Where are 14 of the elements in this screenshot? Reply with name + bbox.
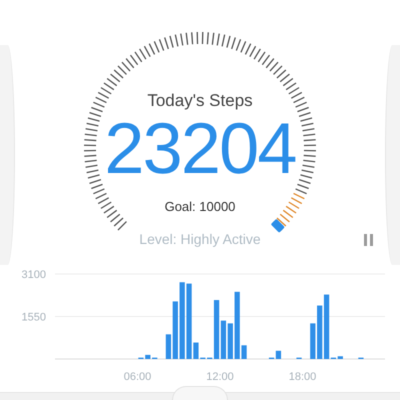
pause-icon[interactable] xyxy=(364,234,374,246)
x-axis-label: 18:00 xyxy=(288,371,316,383)
step-count: 23204 xyxy=(104,113,296,186)
gauge-title: Today's Steps xyxy=(147,90,253,112)
x-axis-label: 12:00 xyxy=(206,371,234,383)
chart-bar xyxy=(310,323,316,359)
y-axis-label: 3100 xyxy=(22,269,46,281)
goal-text: Goal: 10000 xyxy=(164,198,236,216)
side-card[interactable] xyxy=(385,45,400,265)
activity-level: Level: Highly Active xyxy=(139,230,261,249)
side-card[interactable] xyxy=(0,45,15,265)
y-axis-label: 1550 xyxy=(22,312,46,324)
x-axis-label: 06:00 xyxy=(124,371,152,383)
bottom-handle[interactable] xyxy=(172,386,228,400)
